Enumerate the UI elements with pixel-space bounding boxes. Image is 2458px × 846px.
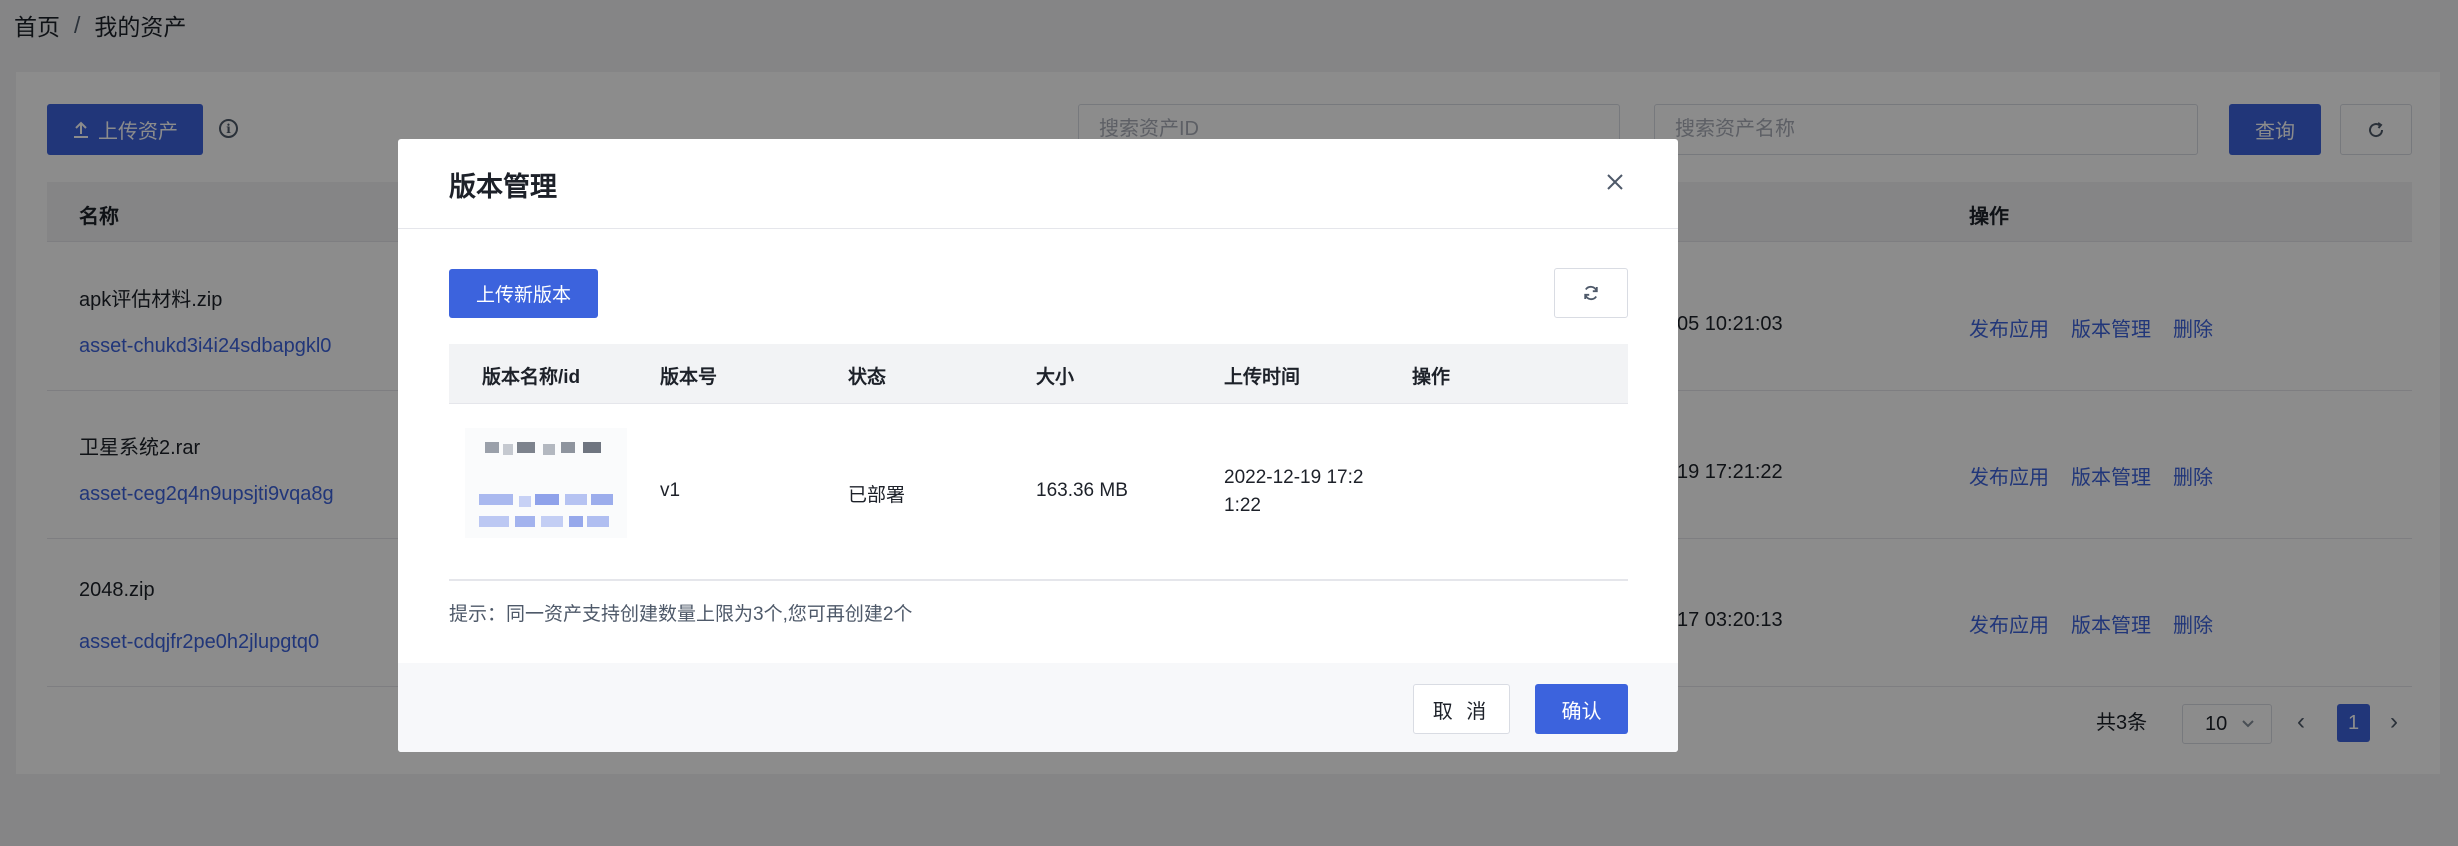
- column-status: 状态: [848, 367, 887, 388]
- version-size: 163.36 MB: [1036, 480, 1128, 501]
- version-upload-time: 2022-12-19 17:21:22: [1224, 467, 1364, 516]
- column-version-name-id: 版本名称/id: [482, 367, 581, 388]
- upload-new-version-button[interactable]: 上传新版本: [449, 269, 598, 318]
- cancel-button[interactable]: 取 消: [1413, 684, 1510, 734]
- version-manage-modal: 版本管理 上传新版本 版本名称/id 版本号 状态 大小 上传时间 操作 v1 …: [398, 139, 1678, 752]
- version-status: 已部署: [848, 485, 906, 506]
- column-size: 大小: [1036, 367, 1075, 388]
- column-upload-time: 上传时间: [1224, 367, 1301, 388]
- version-number: v1: [660, 480, 681, 501]
- version-table-header: 版本名称/id 版本号 状态 大小 上传时间 操作: [449, 344, 1628, 404]
- modal-header: 版本管理: [398, 139, 1678, 229]
- column-actions: 操作: [1412, 367, 1451, 388]
- version-name-id-blurred: [465, 428, 627, 538]
- refresh-icon: [1584, 285, 1598, 301]
- quota-tip: 提示：同一资产支持创建数量上限为3个,您可再创建2个: [449, 604, 913, 625]
- confirm-button[interactable]: 确认: [1535, 684, 1628, 734]
- close-icon[interactable]: [1600, 167, 1630, 197]
- modal-refresh-button[interactable]: [1554, 268, 1628, 318]
- table-row: v1 已部署 163.36 MB 2022-12-19 17:21:22: [449, 404, 1628, 581]
- modal-title: 版本管理: [449, 172, 557, 202]
- column-version: 版本号: [660, 367, 718, 388]
